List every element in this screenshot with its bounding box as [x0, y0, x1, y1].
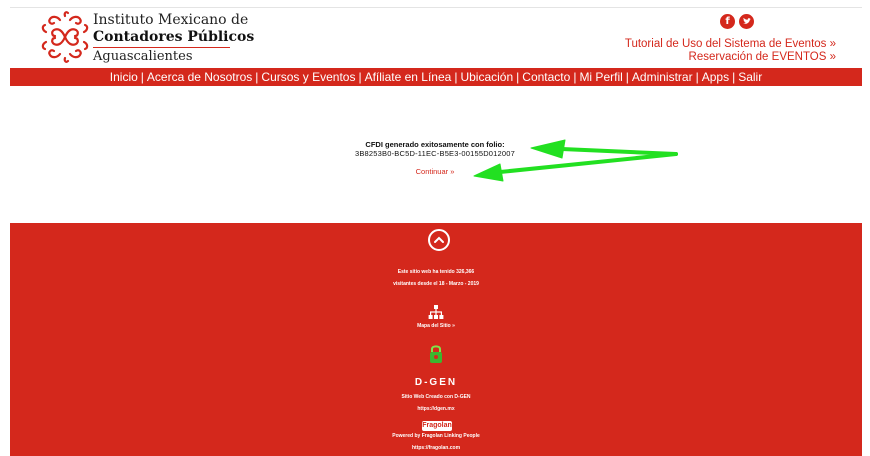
- nav-separator: |: [625, 70, 629, 84]
- sitemap-link[interactable]: Mapa del Sitio »: [10, 320, 862, 332]
- visit-counter: Este sitio web ha tenido 326,366 visitan…: [10, 266, 862, 290]
- nav-item-cursos[interactable]: Cursos y Eventos: [261, 70, 355, 84]
- nav-separator: |: [732, 70, 736, 84]
- chevron-up-icon: [434, 236, 444, 243]
- site-footer: Este sitio web ha tenido 326,366 visitan…: [10, 223, 862, 456]
- dgen-credit: Sitio Web Creado con D-GEN https://dgen.…: [10, 391, 862, 415]
- visits-line2: visitantes desde el 18 - Marzo - 2019: [393, 281, 479, 287]
- imcp-logo-icon[interactable]: [40, 10, 90, 64]
- brand-line3: Aguascalientes: [93, 49, 193, 64]
- continue-link[interactable]: Continuar »: [416, 167, 455, 176]
- visits-line1: Este sitio web ha tenido 326,366: [397, 269, 475, 275]
- brand-line1: Instituto Mexicano de: [93, 12, 249, 28]
- nav-separator: |: [140, 70, 144, 84]
- dgen-url[interactable]: https://dgen.mx: [10, 403, 862, 415]
- header-links: Tutorial de Uso del Sistema de Eventos »…: [625, 38, 836, 64]
- cfdi-message: CFDI generado exitosamente con folio: 3B…: [0, 140, 870, 158]
- dgen-logo[interactable]: D-GEN: [10, 377, 862, 388]
- main-nav: Inicio | Acerca de Nosotros | Cursos y Event…: [10, 68, 862, 86]
- site-header: Instituto Mexicano de Contadores Público…: [0, 8, 870, 68]
- brand-name[interactable]: Instituto Mexicano de Contadores Público…: [93, 12, 254, 64]
- nav-item-ubicacion[interactable]: Ubicación: [460, 70, 513, 84]
- twitter-bird-glyph: [743, 17, 751, 24]
- dgen-line1: Sitio Web Creado con D-GEN: [401, 394, 471, 400]
- nav-item-afiliate[interactable]: Afíliate en Línea: [365, 70, 452, 84]
- social-links: f: [720, 14, 754, 29]
- cfdi-folio: 3B8253B0-BC5D-11EC-B5E3-00155D012007: [354, 149, 516, 158]
- nav-item-apps[interactable]: Apps: [702, 70, 729, 84]
- nav-separator: |: [695, 70, 699, 84]
- nav-separator: |: [516, 70, 520, 84]
- fragolan-credit: Powered by Fragolan Linking People https…: [10, 430, 862, 454]
- back-to-top-icon[interactable]: [428, 229, 450, 251]
- nav-item-administrar[interactable]: Administrar: [632, 70, 693, 84]
- nav-separator: |: [255, 70, 259, 84]
- continue-container: Continuar »: [0, 167, 870, 176]
- facebook-icon[interactable]: f: [720, 14, 735, 29]
- nav-item-inicio[interactable]: Inicio: [110, 70, 138, 84]
- nav-item-acerca[interactable]: Acerca de Nosotros: [147, 70, 252, 84]
- nav-separator: |: [454, 70, 458, 84]
- tutorial-link[interactable]: Tutorial de Uso del Sistema de Eventos »: [625, 38, 836, 51]
- nav-item-salir[interactable]: Salir: [738, 70, 762, 84]
- nav-item-contacto[interactable]: Contacto: [522, 70, 570, 84]
- fragolan-url[interactable]: https://fragolan.com: [10, 442, 862, 454]
- cfdi-success-text: CFDI generado exitosamente con folio:: [365, 140, 505, 149]
- nav-separator: |: [573, 70, 577, 84]
- fragolan-line1: Powered by Fragolan Linking People: [392, 433, 480, 439]
- nav-item-mi-perfil[interactable]: Mi Perfil: [579, 70, 622, 84]
- twitter-icon[interactable]: [739, 14, 754, 29]
- reservacion-link[interactable]: Reservación de EVENTOS »: [625, 51, 836, 64]
- brand-rule: [93, 47, 230, 48]
- sitemap-icon[interactable]: [428, 305, 444, 319]
- nav-separator: |: [358, 70, 362, 84]
- secure-lock-icon: [430, 345, 442, 363]
- brand-line2: Contadores Públicos: [93, 29, 255, 45]
